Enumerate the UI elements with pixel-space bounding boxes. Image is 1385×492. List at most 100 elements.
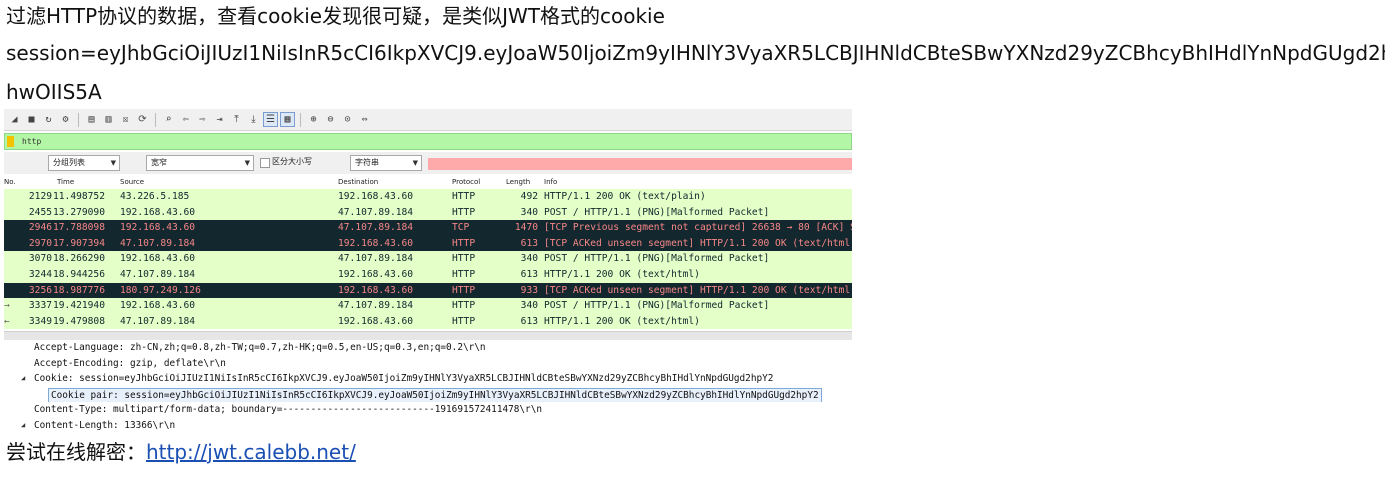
- autoscroll-icon[interactable]: ☰: [263, 112, 278, 127]
- forward-icon[interactable]: ⇨: [196, 113, 209, 126]
- expand-toggle-icon[interactable]: ◢: [21, 418, 25, 434]
- column-info[interactable]: Info: [544, 176, 557, 189]
- open-file-icon[interactable]: ▤: [85, 113, 98, 126]
- packet-list-header: No. Time Source Destination Protocol Len…: [4, 176, 852, 190]
- save-file-icon[interactable]: ▥: [102, 113, 115, 126]
- reload-icon[interactable]: ⟳: [136, 113, 149, 126]
- column-destination[interactable]: Destination: [338, 176, 378, 189]
- cell-source: 47.107.89.184: [120, 237, 196, 249]
- cell-time: 18.266290: [53, 253, 105, 265]
- stop-icon[interactable]: ■: [25, 113, 38, 126]
- cell-destination: 192.168.43.60: [338, 284, 414, 296]
- zoom-in-icon[interactable]: ⊕: [307, 113, 320, 126]
- cell-length: 492: [520, 191, 538, 202]
- cell-protocol: HTTP: [452, 300, 476, 312]
- table-row[interactable]: 2946 17.788098 192.168.43.60 47.107.89.184 T…: [4, 220, 852, 236]
- cell-destination: 47.107.89.184: [338, 206, 414, 218]
- search-scope-select[interactable]: 分组列表 ▼: [48, 155, 120, 171]
- decode-hint: 尝试在线解密：http://jwt.calebb.net/: [6, 440, 356, 464]
- cell-destination: 192.168.43.60: [338, 191, 414, 202]
- cell-time: 11.498752: [53, 191, 105, 202]
- options-icon[interactable]: ⚙: [59, 113, 72, 126]
- cell-protocol: TCP: [452, 222, 470, 234]
- column-time[interactable]: Time: [57, 176, 74, 189]
- main-toolbar: ◢ ■ ↻ ⚙ ▤ ▥ ☒ ⟳ ⌕ ⇦ ⇨ ⇥ ⤒ ⤓ ☰ ▦ ⊕ ⊖ ⊙ ⇔: [4, 109, 852, 131]
- find-input[interactable]: [428, 158, 852, 170]
- table-row[interactable]: 2455 13.279090 192.168.43.60 47.107.89.184 H…: [4, 204, 852, 221]
- zoom-out-icon[interactable]: ⊖: [324, 113, 337, 126]
- table-row[interactable]: 3070 18.266290 192.168.43.60 47.107.89.184 H…: [4, 251, 852, 267]
- cell-protocol: HTTP: [452, 253, 476, 265]
- detail-text: Content-Type: multipart/form-data; bound…: [34, 404, 542, 416]
- display-filter-bar[interactable]: http: [4, 133, 852, 150]
- close-file-icon[interactable]: ☒: [119, 113, 132, 126]
- cookie-value-tail: hwOIIS5A: [6, 80, 102, 104]
- detail-line[interactable]: Accept-Encoding: gzip, deflate\r\n: [4, 356, 852, 372]
- detail-text: Cookie pair: session=eyJhbGciOiJIUzI1NiI…: [48, 387, 822, 403]
- restart-icon[interactable]: ↻: [42, 113, 55, 126]
- detail-line[interactable]: Accept-Language: zh-CN,zh;q=0.8,zh-TW;q=…: [4, 340, 852, 356]
- cell-no: 2455: [28, 206, 52, 218]
- table-row[interactable]: ← 3349 19.479808 47.107.89.184 192.168.43.60…: [4, 313, 852, 330]
- cell-no: 3244: [28, 268, 52, 280]
- cell-protocol: HTTP: [452, 315, 476, 327]
- cell-destination: 192.168.43.60: [338, 268, 414, 280]
- detail-line-selected[interactable]: Cookie pair: session=eyJhbGciOiJIUzI1NiI…: [4, 387, 852, 403]
- cell-length: 340: [520, 206, 538, 218]
- pane-splitter[interactable]: [4, 331, 852, 340]
- table-row[interactable]: 3256 18.987776 180.97.249.126 192.168.43.60…: [4, 282, 852, 299]
- detail-line[interactable]: ◢ Cookie: session=eyJhbGciOiJIUzI1NiIsInR…: [4, 371, 852, 387]
- cell-protocol: HTTP: [452, 206, 476, 218]
- packet-details: Accept-Language: zh-CN,zh;q=0.8,zh-TW;q=…: [4, 340, 852, 434]
- detail-text: Accept-Encoding: gzip, deflate\r\n: [34, 357, 226, 369]
- colorize-icon[interactable]: ▦: [280, 112, 295, 127]
- shark-fin-start-icon[interactable]: ◢: [8, 113, 21, 126]
- last-packet-icon[interactable]: ⤓: [247, 113, 260, 126]
- cell-time: 17.788098: [53, 222, 105, 234]
- column-length[interactable]: Length: [506, 176, 530, 189]
- find-bar: 分组列表 ▼ 宽窄 ▼ 区分大小写 字符串 ▼: [4, 152, 852, 174]
- cell-length: 613: [520, 315, 538, 327]
- cell-destination: 192.168.43.60: [338, 315, 414, 327]
- cell-info: POST / HTTP/1.1 (PNG)[Malformed Packet]: [544, 253, 770, 265]
- goto-icon[interactable]: ⇥: [213, 113, 226, 126]
- cell-no: 2970: [28, 237, 52, 249]
- column-source[interactable]: Source: [120, 176, 144, 189]
- table-row[interactable]: 2129 11.498752 43.226.5.185 192.168.43.60 HT…: [4, 189, 852, 205]
- jwt-decoder-link[interactable]: http://jwt.calebb.net/: [146, 440, 356, 464]
- search-type-value: 字符串: [355, 158, 379, 167]
- cell-source: 192.168.43.60: [120, 300, 196, 312]
- find-icon[interactable]: ⌕: [162, 113, 175, 126]
- resize-columns-icon[interactable]: ⇔: [358, 113, 371, 126]
- cell-time: 17.907394: [53, 237, 105, 249]
- detail-text: Accept-Language: zh-CN,zh;q=0.8,zh-TW;q=…: [34, 342, 486, 353]
- toolbar-separator: [300, 112, 301, 127]
- cell-no: 3337: [28, 300, 52, 312]
- charset-value: 宽窄: [151, 158, 167, 167]
- table-row[interactable]: → 3337 19.421940 192.168.43.60 47.107.89.184…: [4, 298, 852, 314]
- detail-line[interactable]: Content-Type: multipart/form-data; bound…: [4, 402, 852, 418]
- display-filter-input[interactable]: http: [22, 135, 41, 149]
- column-no[interactable]: No.: [4, 176, 16, 189]
- first-packet-icon[interactable]: ⤒: [230, 113, 243, 126]
- cell-info: POST / HTTP/1.1 (PNG)[Malformed Packet]: [544, 206, 770, 218]
- table-row[interactable]: 3244 18.944256 47.107.89.184 192.168.43.60 H…: [4, 266, 852, 283]
- cell-time: 18.944256: [53, 268, 105, 280]
- expand-toggle-icon[interactable]: ◢: [21, 371, 25, 387]
- cell-info: POST / HTTP/1.1 (PNG)[Malformed Packet]: [544, 300, 770, 312]
- cell-no: 2129: [28, 191, 52, 202]
- cell-protocol: HTTP: [452, 284, 476, 296]
- cell-length: 613: [520, 237, 538, 249]
- bookmark-icon[interactable]: [7, 136, 14, 147]
- cell-protocol: HTTP: [452, 268, 476, 280]
- zoom-normal-icon[interactable]: ⊙: [341, 113, 354, 126]
- case-sensitive-checkbox[interactable]: [260, 158, 270, 168]
- cell-source: 192.168.43.60: [120, 206, 196, 218]
- back-icon[interactable]: ⇦: [179, 113, 192, 126]
- search-type-select[interactable]: 字符串 ▼: [350, 155, 422, 171]
- charset-select[interactable]: 宽窄 ▼: [146, 155, 254, 171]
- chevron-down-icon: ▼: [110, 159, 116, 167]
- column-protocol[interactable]: Protocol: [452, 176, 480, 189]
- table-row[interactable]: 2970 17.907394 47.107.89.184 192.168.43.60 H…: [4, 235, 852, 252]
- detail-line[interactable]: ◢ Content-Length: 13366\r\n: [4, 418, 852, 434]
